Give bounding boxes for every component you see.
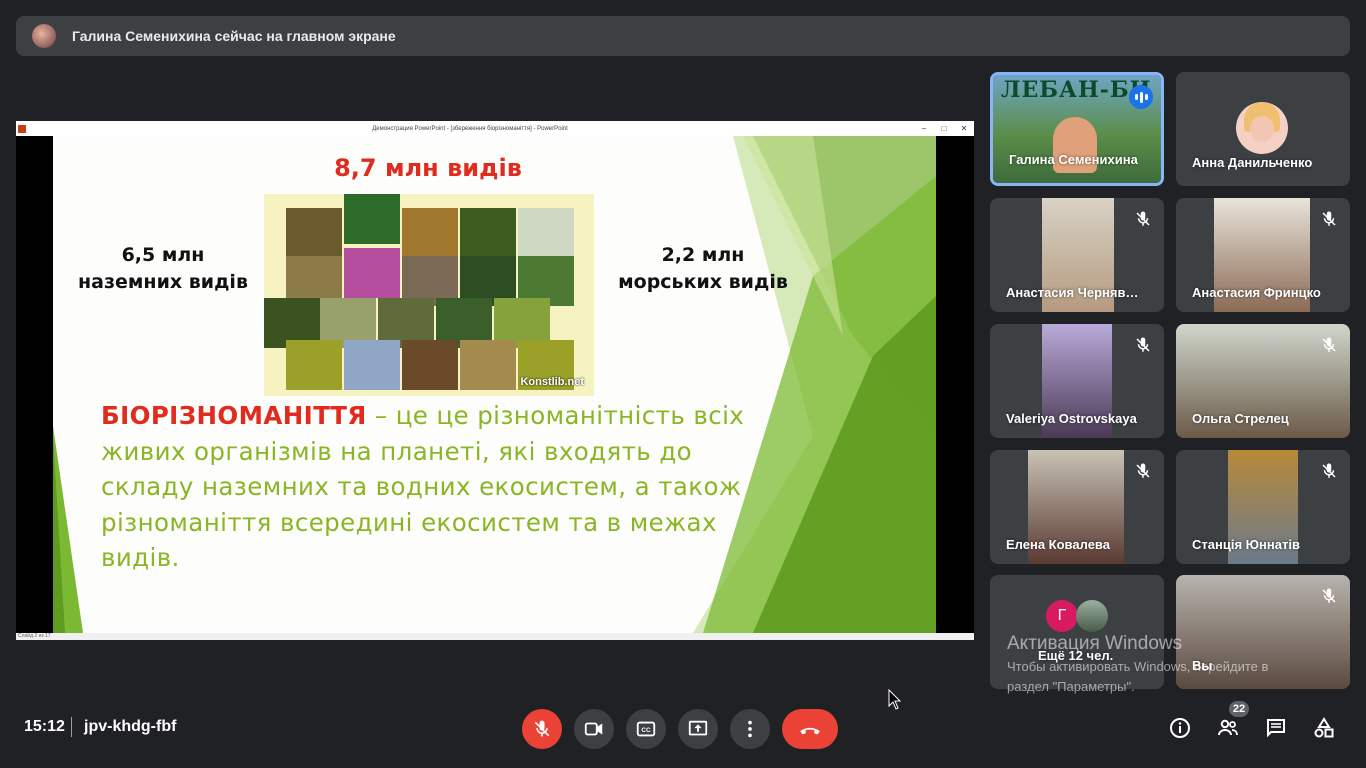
powerpoint-icon (18, 124, 26, 133)
participant-count-badge: 22 (1229, 701, 1249, 717)
mic-off-icon (1322, 211, 1336, 226)
presenting-text: Галина Семенихина сейчас на главном экра… (72, 28, 396, 44)
mic-off-icon (1322, 337, 1336, 352)
sea-species-label: 2,2 млн морських видів (613, 242, 793, 296)
present-screen-button[interactable] (678, 709, 718, 749)
camera-toggle-button[interactable] (574, 709, 614, 749)
mic-off-icon (1136, 211, 1150, 226)
meeting-code[interactable]: jpv-khdg-fbf (84, 718, 176, 736)
svg-text:CC: CC (641, 727, 651, 734)
chat-icon (1267, 719, 1285, 738)
definition-term: БІОРІЗНОМАНІТТЯ (101, 401, 367, 430)
collage-watermark: Konstlib.net (520, 376, 584, 388)
participant-name: Ольга Стрелец (1192, 411, 1289, 426)
participant-name: Станція Юннатів (1192, 537, 1300, 552)
participant-name: Valeriya Ostrovskaya (1006, 411, 1137, 426)
more-options-button[interactable] (730, 709, 770, 749)
participant-tile[interactable]: Ольга Стрелец (1176, 324, 1350, 438)
powerpoint-titlebar: Демонстрация PowerPoint - [збереження бі… (16, 121, 974, 136)
mic-off-icon (1136, 337, 1150, 352)
speaking-indicator-icon (1129, 85, 1153, 109)
participant-name: Елена Ковалева (1006, 537, 1110, 552)
sea-desc: морських видів (618, 271, 788, 293)
photo-butterfly (344, 340, 400, 390)
powerpoint-window-title: Демонстрация PowerPoint - [збереження бі… (372, 125, 568, 132)
slide: 8,7 млн видів 6,5 млн наземних видів 2,2… (53, 136, 936, 633)
people-icon (1218, 719, 1238, 736)
participant-name: Галина Семенихина (1009, 152, 1138, 167)
activation-line: раздел "Параметры". (1007, 679, 1135, 694)
mic-off-icon (1322, 463, 1336, 478)
meeting-details-button[interactable] (1166, 714, 1194, 742)
present-screen-icon (688, 720, 708, 736)
participant-tile[interactable]: Елена Ковалева (990, 450, 1164, 564)
participants-button[interactable] (1214, 714, 1242, 742)
clock: 15:12 (24, 718, 65, 735)
photo-beetle (460, 340, 516, 390)
shared-screen: Демонстрация PowerPoint - [збереження бі… (16, 121, 974, 640)
activation-line: Чтобы активировать Windows, перейдите в (1007, 659, 1269, 674)
photo-insect (286, 208, 342, 258)
info-icon (1170, 718, 1190, 738)
participant-tile[interactable]: Станція Юннатів (1176, 450, 1350, 564)
mic-off-icon (1322, 588, 1336, 603)
participant-tile[interactable]: Valeriya Ostrovskaya (990, 324, 1164, 438)
participant-tile[interactable]: Анастасия Фринцко (1176, 198, 1350, 312)
captions-icon: CC (636, 721, 656, 737)
mic-toggle-button[interactable] (522, 709, 562, 749)
avatar (1236, 102, 1288, 154)
photo-mushroom (402, 208, 458, 258)
biodiversity-definition: БІОРІЗНОМАНІТТЯ – це це різноманітність … (101, 398, 751, 576)
photo-mushrooms (402, 340, 458, 390)
land-desc: наземних видів (78, 271, 248, 293)
photo-bee (460, 208, 516, 258)
photo-dragonfly (344, 194, 400, 244)
participant-name: Анна Данильченко (1192, 155, 1313, 170)
mic-off-icon (1136, 463, 1150, 478)
windows-activation-watermark: Активация Windows Чтобы активировать Win… (1007, 633, 1268, 697)
color-block (286, 340, 342, 390)
divider (71, 717, 72, 737)
hangup-icon (800, 727, 820, 735)
more-vert-icon (748, 720, 752, 738)
mouse-cursor-icon (888, 689, 902, 710)
avatar (1076, 600, 1108, 632)
photo-orchid (344, 248, 400, 298)
participant-name: Анастасия Фринцко (1192, 285, 1321, 300)
participant-tile-galina[interactable]: ЛЕБАН-БИ Галина Семенихина (990, 72, 1164, 186)
activities-icon (1314, 717, 1334, 738)
avatar: Г (1046, 600, 1078, 632)
land-species-label: 6,5 млн наземних видів (63, 242, 263, 296)
activities-button[interactable] (1310, 714, 1338, 742)
slide-title: 8,7 млн видів (334, 154, 522, 182)
presenting-banner: Галина Семенихина сейчас на главном экра… (16, 16, 1350, 56)
land-count: 6,5 млн (121, 244, 205, 266)
participant-tile-anna[interactable]: Анна Данильченко (1176, 72, 1350, 186)
mic-off-icon (534, 720, 550, 737)
leave-call-button[interactable] (782, 709, 838, 749)
photo-flowers (518, 208, 574, 258)
participant-tile[interactable]: Анастасия Черняв… (990, 198, 1164, 312)
powerpoint-statusbar: Слайд 2 из 17 (16, 633, 974, 640)
species-photo-collage: Konstlib.net (264, 194, 594, 396)
camera-icon (584, 722, 603, 736)
sea-count: 2,2 млн (661, 244, 745, 266)
presenter-avatar (32, 24, 56, 48)
minimize-icon: – (921, 124, 927, 133)
activation-title: Активация Windows (1007, 633, 1183, 654)
close-icon: ✕ (960, 124, 968, 133)
chat-button[interactable] (1262, 714, 1290, 742)
maximize-icon: □ (941, 124, 947, 133)
participant-name: Анастасия Черняв… (1006, 285, 1139, 300)
captions-button[interactable]: CC (626, 709, 666, 749)
